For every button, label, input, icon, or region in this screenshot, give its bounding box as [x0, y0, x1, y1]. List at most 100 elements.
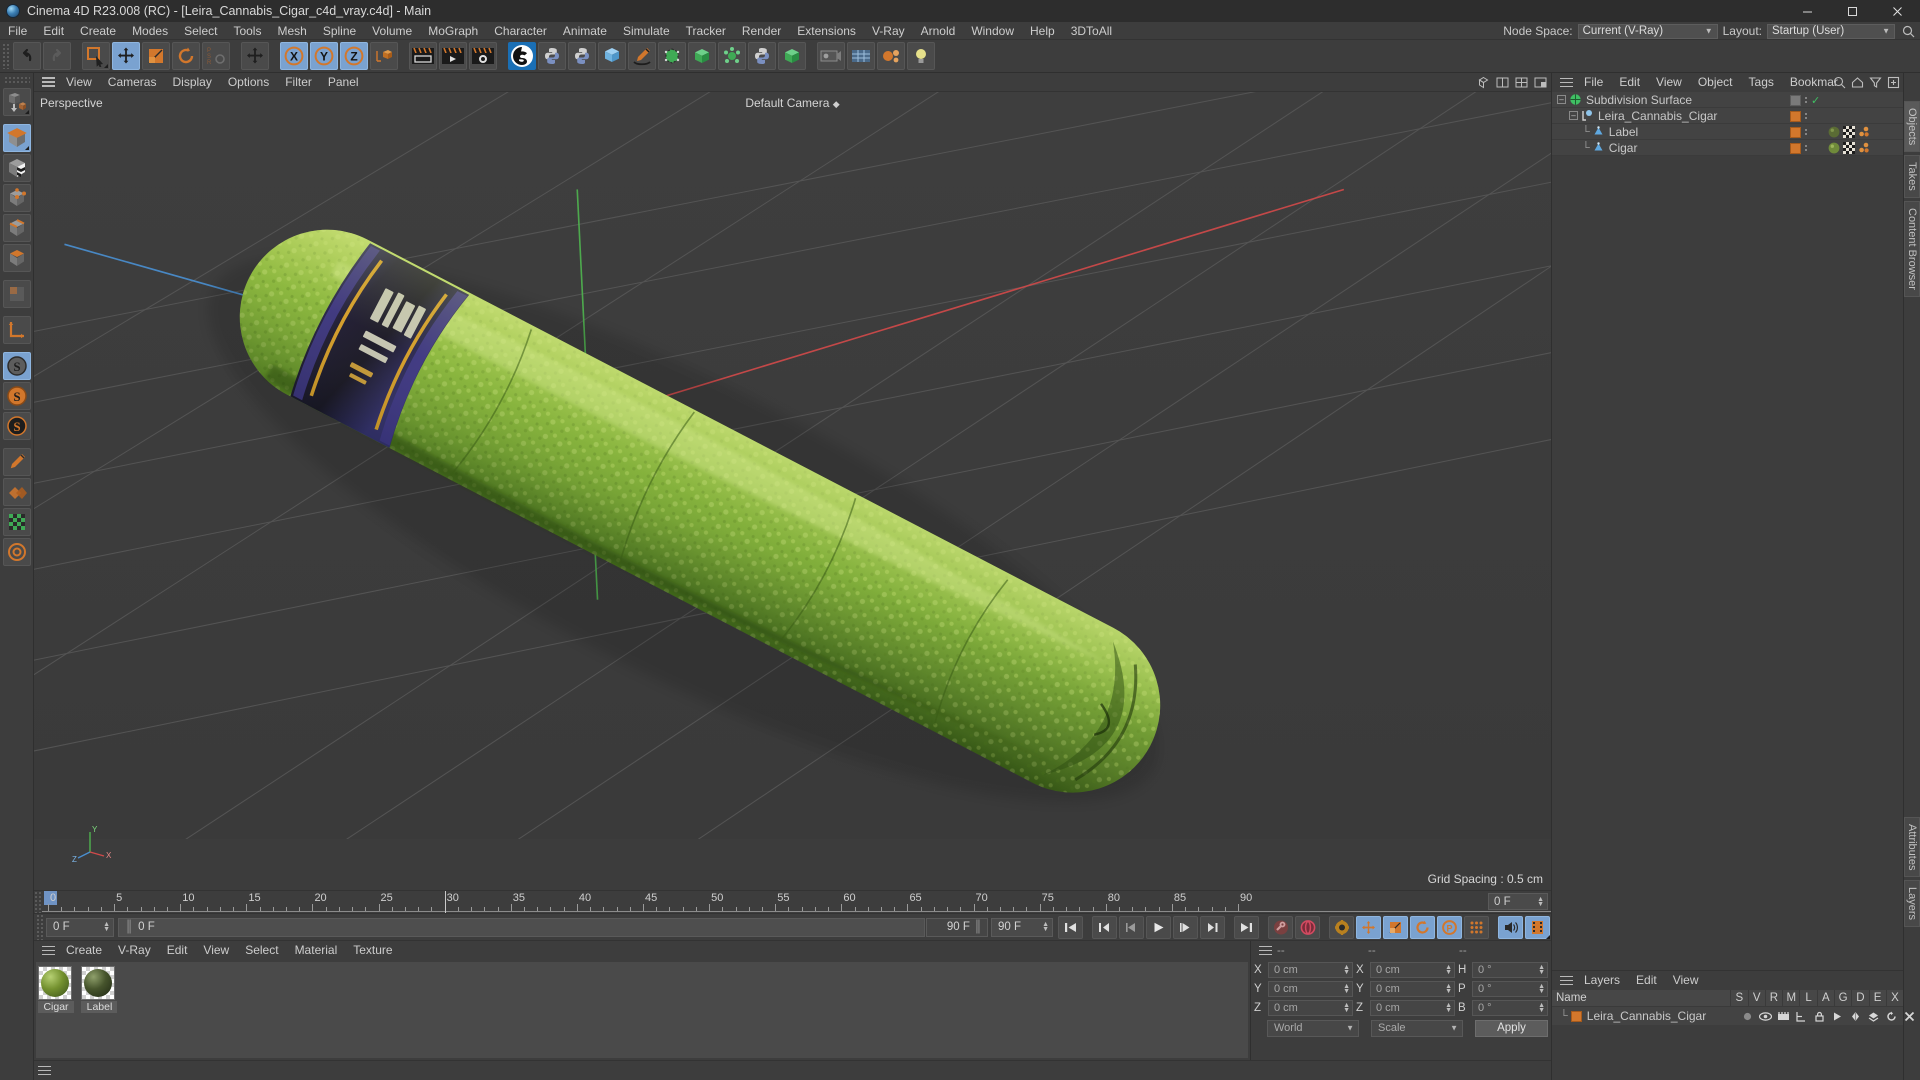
object-menu-file[interactable]: File: [1576, 73, 1611, 92]
visibility-dots-icon[interactable]: [1804, 129, 1808, 135]
menu-extensions[interactable]: Extensions: [789, 22, 864, 40]
layer-color-swatch[interactable]: [1570, 1010, 1582, 1022]
xpresso-toggle[interactable]: [1900, 1011, 1918, 1022]
layers-col-s[interactable]: S: [1730, 989, 1747, 1007]
material-menu-select[interactable]: Select: [237, 941, 286, 960]
coordinate-mode-select[interactable]: Scale ▼: [1371, 1019, 1463, 1037]
python-icon[interactable]: [748, 42, 776, 70]
dots-grid-icon[interactable]: [1464, 915, 1489, 939]
texture-cube-icon[interactable]: [2, 154, 31, 182]
close-button[interactable]: [1875, 0, 1920, 22]
hamburger-icon[interactable]: [1556, 971, 1576, 990]
menu-spline[interactable]: Spline: [315, 22, 364, 40]
redshift-logo-icon[interactable]: [508, 42, 536, 70]
left-toolbar-drag-handle[interactable]: [3, 76, 30, 84]
expressions-toggle[interactable]: [1882, 1011, 1900, 1022]
uvw-tag-icon[interactable]: [1843, 126, 1855, 138]
material-tag-icon[interactable]: [1828, 142, 1840, 154]
rotation-key-button[interactable]: [1410, 915, 1435, 939]
layer-row[interactable]: └ Leira_Cannabis_Cigar: [1552, 1007, 1914, 1025]
menu-help[interactable]: Help: [1022, 22, 1063, 40]
menu-mograph[interactable]: MoGraph: [420, 22, 486, 40]
uv-grid-icon[interactable]: [2, 280, 31, 308]
timeline-track[interactable]: 0 5 10 15 20 25 30 35 40 45 50 55 60 65 70 75 80 85 90: [42, 891, 1551, 914]
layer-color-swatch[interactable]: [1790, 110, 1801, 122]
menu-arnold[interactable]: Arnold: [913, 22, 964, 40]
spinner-icon[interactable]: ▲ ▼: [1343, 983, 1350, 995]
axis-z-icon[interactable]: Z: [340, 42, 368, 70]
step-forward-button[interactable]: [1173, 915, 1198, 939]
rot-p-field[interactable]: 0 ° ▲ ▼: [1472, 981, 1548, 997]
transport-drag-handle[interactable]: [36, 914, 44, 940]
layers-col-g[interactable]: G: [1833, 989, 1851, 1007]
view-two-icon[interactable]: [1494, 75, 1510, 91]
viewport-menu-view[interactable]: View: [58, 73, 100, 92]
hamburger-icon[interactable]: [1255, 941, 1275, 960]
selection-tag-icon[interactable]: [1858, 126, 1870, 138]
model-cube-icon[interactable]: [2, 124, 31, 152]
menu-animate[interactable]: Animate: [555, 22, 615, 40]
go-to-next-key-button[interactable]: [1200, 915, 1225, 939]
snap-orange-icon[interactable]: S: [2, 382, 31, 410]
object-menu-tags[interactable]: Tags: [1741, 73, 1782, 92]
expander-icon[interactable]: –: [1569, 111, 1578, 120]
tab-objects[interactable]: Objects: [1904, 101, 1920, 153]
frame-range-bar[interactable]: ║ 0 F: [118, 917, 925, 937]
layers-col-d[interactable]: D: [1851, 989, 1868, 1007]
filter-icon[interactable]: [1867, 75, 1883, 91]
viewport-menu-display[interactable]: Display: [164, 73, 219, 92]
spinner-icon[interactable]: ▲ ▼: [1343, 1002, 1350, 1014]
world-axis-button[interactable]: [241, 42, 269, 70]
layers-col-e[interactable]: E: [1868, 989, 1886, 1007]
size-z-field[interactable]: 0 cm ▲ ▼: [1370, 1000, 1455, 1016]
material-menu-vray[interactable]: V-Ray: [110, 941, 159, 960]
object-tree[interactable]: – Subdivision Surface ✓ – Leira_Cannabis…: [1552, 92, 1903, 156]
blue-cube-icon[interactable]: [598, 42, 626, 70]
animation-toggle[interactable]: [1828, 1011, 1846, 1022]
coordinate-system-select[interactable]: World ▼: [1267, 1019, 1359, 1037]
solo-toggle[interactable]: [1738, 1011, 1756, 1022]
coordinate-cube-icon[interactable]: [370, 42, 398, 70]
go-to-previous-key-button[interactable]: [1092, 915, 1117, 939]
orange-circle-icon[interactable]: [2, 538, 31, 566]
spinner-icon[interactable]: ▲ ▼: [1343, 964, 1350, 976]
hamburger-icon[interactable]: [34, 1061, 54, 1080]
axis-y-icon[interactable]: Y: [310, 42, 338, 70]
menu-simulate[interactable]: Simulate: [615, 22, 678, 40]
keyframe-gear-icon[interactable]: [1329, 915, 1354, 939]
material-menu-texture[interactable]: Texture: [345, 941, 400, 960]
menu-tracker[interactable]: Tracker: [678, 22, 734, 40]
menu-3dtoall[interactable]: 3DToAll: [1063, 22, 1120, 40]
render-play-icon[interactable]: [439, 42, 467, 70]
redo-button[interactable]: [43, 42, 71, 70]
go-to-end-button[interactable]: [1234, 915, 1259, 939]
spinner-icon[interactable]: ▲ ▼: [1538, 1002, 1545, 1014]
visibility-dots-icon[interactable]: [1804, 97, 1808, 103]
spinner-icon[interactable]: ▲ ▼: [1445, 983, 1452, 995]
layer-color-swatch[interactable]: [1790, 142, 1801, 154]
menu-select[interactable]: Select: [176, 22, 225, 40]
cloud-dots-icon[interactable]: [877, 42, 905, 70]
pos-z-field[interactable]: 0 cm ▲ ▼: [1268, 1000, 1353, 1016]
rotate-tool-button[interactable]: [172, 42, 200, 70]
pen-nib-icon[interactable]: [628, 42, 656, 70]
menu-vray[interactable]: V-Ray: [864, 22, 913, 40]
step-back-button[interactable]: [1119, 915, 1144, 939]
tab-takes[interactable]: Takes: [1904, 155, 1920, 199]
hamburger-icon[interactable]: [38, 73, 58, 92]
manager-toggle[interactable]: [1792, 1011, 1810, 1022]
visibility-dots-icon[interactable]: [1804, 113, 1808, 119]
spinner-icon[interactable]: ▲ ▼: [1538, 964, 1545, 976]
spinner-icon[interactable]: ▲ ▼: [1537, 896, 1544, 908]
spinner-icon[interactable]: ▲ ▼: [103, 921, 110, 933]
timeline-end-field[interactable]: 0 F ▲ ▼: [1488, 893, 1548, 910]
tab-content-browser[interactable]: Content Browser: [1904, 201, 1920, 297]
scale-tool-button[interactable]: [142, 42, 170, 70]
object-row-label[interactable]: └ Label: [1552, 124, 1903, 140]
layers-col-x[interactable]: X: [1885, 989, 1903, 1007]
expander-icon[interactable]: –: [1557, 95, 1566, 104]
green-cage-cube-icon[interactable]: [658, 42, 686, 70]
rot-b-field[interactable]: 0 ° ▲ ▼: [1472, 1000, 1548, 1016]
layer-grid-icon[interactable]: [2, 508, 31, 536]
bulb-icon[interactable]: [907, 42, 935, 70]
